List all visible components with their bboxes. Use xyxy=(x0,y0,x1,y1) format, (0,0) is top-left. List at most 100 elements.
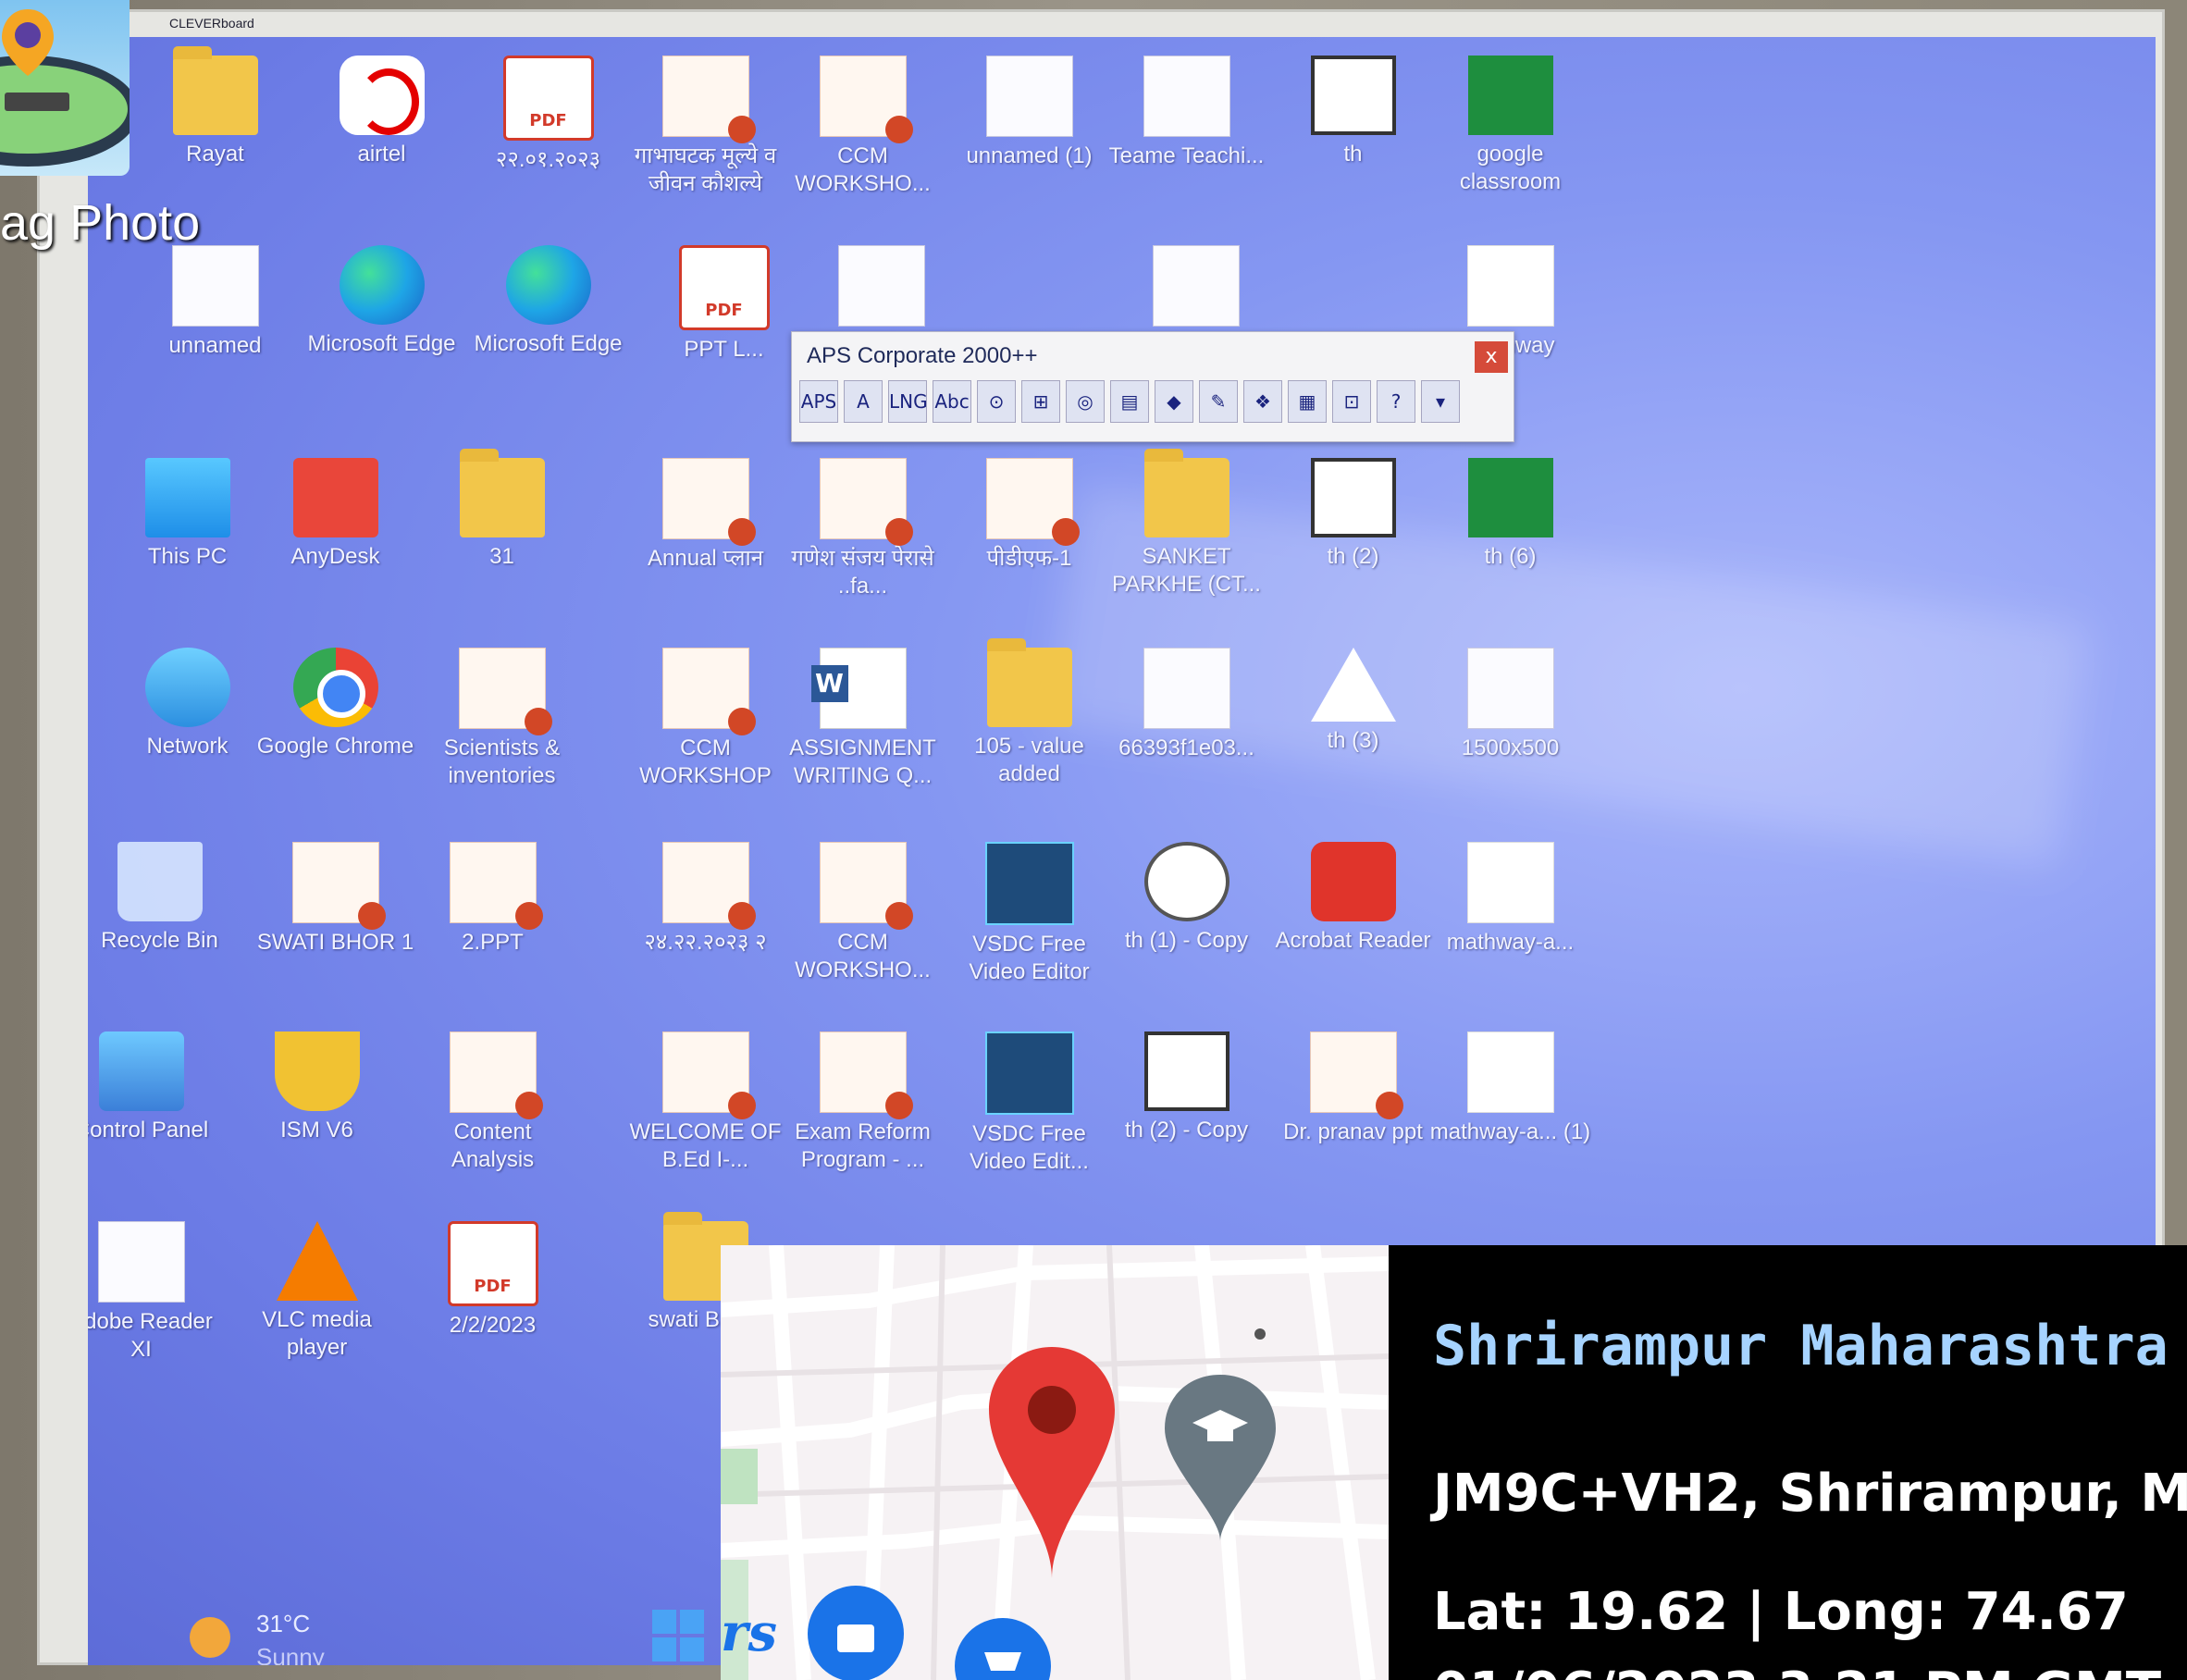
desktop-icon[interactable]: 105 - value added xyxy=(948,638,1110,788)
desktop-icon[interactable]: AnyDesk xyxy=(254,458,416,571)
desktop-icon[interactable]: Network xyxy=(106,648,268,760)
desktop-icon[interactable]: Annual प्लान xyxy=(624,458,786,573)
folder-icon xyxy=(459,449,545,537)
desktop-icon[interactable]: 31 xyxy=(421,449,583,571)
desktop-icon[interactable]: Google Chrome xyxy=(254,648,416,760)
aps-tool-button[interactable]: ▾ xyxy=(1421,380,1460,423)
desktop-icon[interactable]: 66393f1e03... xyxy=(1106,648,1267,762)
map-svg xyxy=(721,1245,1389,1680)
desktop-icon[interactable]: th xyxy=(1272,56,1434,168)
aps-tool-button[interactable]: ? xyxy=(1377,380,1415,423)
map-pin-icon xyxy=(0,9,130,167)
desktop-icon[interactable]: Content Analysis xyxy=(412,1031,574,1174)
aps-tool-button[interactable]: APS xyxy=(799,380,838,423)
doc-icon xyxy=(985,56,1073,137)
desktop-icon[interactable]: PPT L... xyxy=(643,245,805,364)
ppt-icon xyxy=(661,842,756,930)
desktop-icon[interactable]: CCM WORKSHO... xyxy=(782,842,944,984)
desktop-icon[interactable]: unnamed (1) xyxy=(948,56,1110,170)
desktop-icon[interactable]: th (2) - Copy xyxy=(1106,1031,1267,1144)
desktop-icon-label: पीडीएफ-1 xyxy=(986,546,1072,571)
aps-tool-button[interactable]: ▤ xyxy=(1110,380,1149,423)
desktop-icon[interactable]: पीडीएफ-1 xyxy=(948,458,1110,573)
edge-icon xyxy=(339,245,425,325)
desktop-icon[interactable]: Scientists & inventories xyxy=(421,648,583,790)
desktop-icon-label: This PC xyxy=(147,544,228,569)
desktop-icon[interactable]: th (3) xyxy=(1272,648,1434,755)
desktop-icon[interactable]: Control Panel xyxy=(88,1031,222,1144)
desktop-icon[interactable]: Adobe Reader XI xyxy=(88,1221,222,1364)
desktop-icon[interactable]: 1500x500 xyxy=(1429,648,1591,762)
desktop-icon[interactable]: airtel xyxy=(301,56,463,168)
desktop-icon[interactable]: ISM V6 xyxy=(236,1031,398,1144)
desktop-icon[interactable]: Acrobat Reader xyxy=(1272,842,1434,955)
aps-tool-button[interactable]: ✎ xyxy=(1199,380,1238,423)
desktop-icon[interactable]: mathway-a... xyxy=(1429,842,1591,957)
aps-tool-button[interactable]: A xyxy=(844,380,883,423)
desktop-icon[interactable]: Rayat xyxy=(134,46,296,168)
camera-thumbnail[interactable] xyxy=(0,0,130,176)
ism-icon xyxy=(274,1031,360,1111)
desktop-icon-label: th (2) xyxy=(1327,544,1379,569)
desktop-icon[interactable]: Exam Reform Program - ... xyxy=(782,1031,944,1174)
desktop-icon[interactable]: Microsoft Edge xyxy=(467,245,629,358)
aps-tool-button[interactable]: ⊙ xyxy=(977,380,1016,423)
ppt-icon xyxy=(819,842,913,930)
pc-icon xyxy=(144,458,230,537)
desktop-icon[interactable]: unnamed xyxy=(134,245,296,360)
desktop-icon[interactable]: WELCOME OF B.Ed I-... xyxy=(624,1031,786,1174)
desktop-icon[interactable]: २४.२२.२०२३ २ xyxy=(624,842,786,957)
desktop-icon[interactable]: Teame Teachi... xyxy=(1106,56,1267,170)
desktop-icon[interactable]: VSDC Free Video Editor xyxy=(948,842,1110,986)
desktop-icon[interactable]: This PC xyxy=(106,458,268,571)
desktop-icon[interactable]: ASSIGNMENT WRITING Q... xyxy=(782,648,944,790)
desktop-icon[interactable]: 2/2/2023 xyxy=(412,1221,574,1340)
desktop-icon[interactable]: SWATI BHOR 1 xyxy=(254,842,416,957)
vsdc-icon xyxy=(984,842,1074,925)
aps-tool-button[interactable]: ▦ xyxy=(1288,380,1327,423)
vsdc-icon xyxy=(984,1031,1074,1115)
desktop-icon-label: 105 - value added xyxy=(974,734,1084,786)
ppt-icon xyxy=(449,1031,543,1119)
desktop-icon[interactable]: mathway-a... (1) xyxy=(1429,1031,1591,1146)
close-button[interactable]: x xyxy=(1475,341,1508,373)
aps-tool-button[interactable]: ◎ xyxy=(1066,380,1105,423)
desktop-icon[interactable]: VSDC Free Video Edit... xyxy=(948,1031,1110,1176)
weather-condition: Sunny xyxy=(256,1643,325,1665)
desktop-icon[interactable]: th (2) xyxy=(1272,458,1434,571)
desktop-icon[interactable]: CCM WORKSHO... xyxy=(782,56,944,198)
desktop-icon-label: th (1) - Copy xyxy=(1124,928,1249,953)
ppt-icon xyxy=(661,1031,756,1119)
desktop-icon[interactable]: th (1) - Copy xyxy=(1106,842,1267,955)
desktop-icon[interactable]: 2.PPT xyxy=(412,842,574,957)
aps-tool-row: APS A LNG Abc ⊙ ⊞ ◎ ▤ ◆ ✎ ❖ ▦ ⊡? ▾ xyxy=(792,380,1514,423)
folder-icon xyxy=(172,46,258,135)
windows-start-icon[interactable] xyxy=(652,1610,704,1661)
desktop-icon[interactable]: गणेश संजय पेरासे ..fa... xyxy=(782,458,944,600)
desktop-icon[interactable]: th (6) xyxy=(1429,458,1591,571)
desktop-icon[interactable]: २२.०१.२०२३ xyxy=(467,56,629,174)
desktop-icon[interactable]: Dr. pranav ppt xyxy=(1272,1031,1434,1146)
aps-tool-button[interactable]: ⊞ xyxy=(1021,380,1060,423)
desktop-icon[interactable]: VLC media player xyxy=(236,1221,398,1362)
desktop-icon-label: th (6) xyxy=(1484,544,1537,569)
desktop-icon[interactable]: CCM WORKSHOP xyxy=(624,648,786,790)
aps-tool-button[interactable]: ⊡ xyxy=(1332,380,1371,423)
desktop-icon-label: Control Panel xyxy=(88,1118,209,1143)
aps-tool-button[interactable]: Abc xyxy=(933,380,971,423)
desktop-icon-label: Exam Reform Program - ... xyxy=(795,1119,931,1172)
desktop-icon[interactable]: गाभाघटक मूल्ये व जीवन कौशल्ये xyxy=(624,56,786,198)
desktop-icon[interactable]: google classroom xyxy=(1429,56,1591,196)
desktop-icon[interactable]: SANKET PARKHE (CT... xyxy=(1106,449,1267,599)
ppt-icon xyxy=(985,458,1080,546)
desktop-icon-label: 2.PPT xyxy=(462,930,524,955)
desktop-icon-label: Content Analysis xyxy=(451,1119,535,1172)
desktop-icon[interactable]: Recycle Bin xyxy=(88,842,241,955)
aps-tool-button[interactable]: ◆ xyxy=(1155,380,1193,423)
ppt-icon xyxy=(291,842,386,930)
desktop-icon-label: SANKET PARKHE (CT... xyxy=(1112,544,1261,597)
desktop-icon-label: Acrobat Reader xyxy=(1275,928,1431,953)
desktop-icon[interactable]: Microsoft Edge xyxy=(301,245,463,358)
aps-tool-button[interactable]: ❖ xyxy=(1243,380,1282,423)
aps-tool-button[interactable]: LNG xyxy=(888,380,928,423)
